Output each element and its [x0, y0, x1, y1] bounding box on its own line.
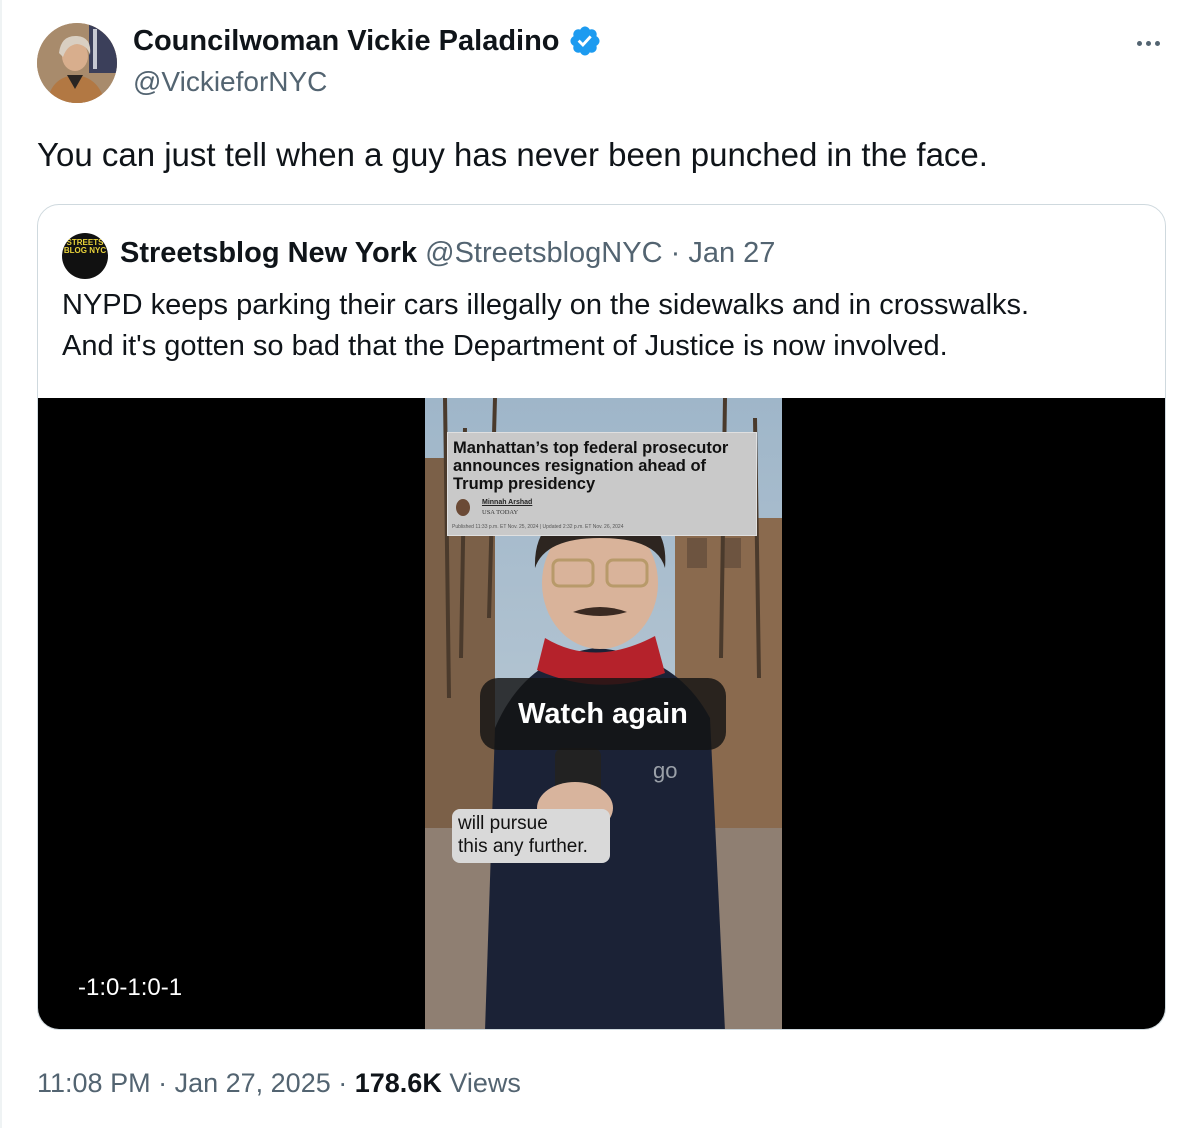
quoted-author-handle[interactable]: @StreetsblogNYC	[425, 237, 662, 269]
author-avatar[interactable]	[37, 23, 117, 103]
author-avatar-image	[37, 23, 117, 103]
video-player[interactable]: go Manhattan’s top federal prosecutor an…	[38, 398, 1165, 1029]
tweet-time[interactable]: 11:08 PM	[37, 1068, 151, 1098]
author-name-text[interactable]: Councilwoman Vickie Paladino	[133, 25, 560, 58]
byline-author: Minnah Arshad	[482, 499, 533, 506]
video-timecode: -1:0-1:0-1	[78, 974, 183, 1001]
tweet-metadata: 11:08 PM · Jan 27, 2025 · 178.6K Views	[37, 1068, 521, 1099]
watch-again-button[interactable]: Watch again	[480, 678, 726, 750]
quoted-author-name[interactable]: Streetsblog New York	[120, 237, 417, 269]
tweet-text: You can just tell when a guy has never b…	[37, 136, 988, 173]
byline-photo	[456, 499, 470, 516]
author-name[interactable]: Councilwoman Vickie Paladino	[133, 24, 602, 58]
byline-dates: Published 11:33 p.m. ET Nov. 25, 2024 | …	[452, 524, 624, 530]
more-dot	[1145, 40, 1151, 46]
quoted-tweet[interactable]: STREETS BLOG NYC Streetsblog New York @S…	[37, 204, 1166, 1030]
author-handle[interactable]: @VickieforNYC	[133, 66, 327, 98]
video-caption: will pursue this any further.	[452, 809, 610, 863]
meta-separator: ·	[338, 1068, 355, 1098]
quoted-date[interactable]: Jan 27	[688, 237, 775, 269]
news-headline-overlay: Manhattan’s top federal prosecutor annou…	[447, 432, 757, 536]
tweet-date[interactable]: Jan 27, 2025	[175, 1068, 331, 1098]
verified-badge-icon	[570, 26, 600, 56]
quoted-text-line: And it's gotten so bad that the Departme…	[62, 330, 948, 362]
byline-outlet: USA TODAY	[482, 509, 519, 516]
column-divider	[0, 0, 2, 1128]
quoted-tweet-header: Streetsblog New York @StreetsblogNYC · J…	[120, 237, 775, 270]
caption-line: this any further.	[458, 836, 588, 857]
views-count[interactable]: 178.6K	[355, 1068, 442, 1098]
more-options-icon[interactable]	[1128, 28, 1168, 58]
quoted-avatar-logo-text: STREETS BLOG NYC	[63, 238, 107, 255]
svg-text:go: go	[653, 758, 677, 783]
quoted-separator: ·	[670, 237, 681, 269]
caption-line: will pursue	[458, 813, 548, 834]
quoted-author-avatar[interactable]: STREETS BLOG NYC	[62, 233, 108, 279]
quoted-tweet-text: NYPD keeps parking their cars illegally …	[62, 285, 1142, 367]
more-dot	[1136, 40, 1142, 46]
more-dot	[1154, 40, 1160, 46]
meta-separator: ·	[158, 1068, 175, 1098]
quoted-text-line: NYPD keeps parking their cars illegally …	[62, 289, 1030, 321]
views-label: Views	[449, 1068, 521, 1098]
news-headline: Manhattan’s top federal prosecutor annou…	[453, 439, 729, 493]
